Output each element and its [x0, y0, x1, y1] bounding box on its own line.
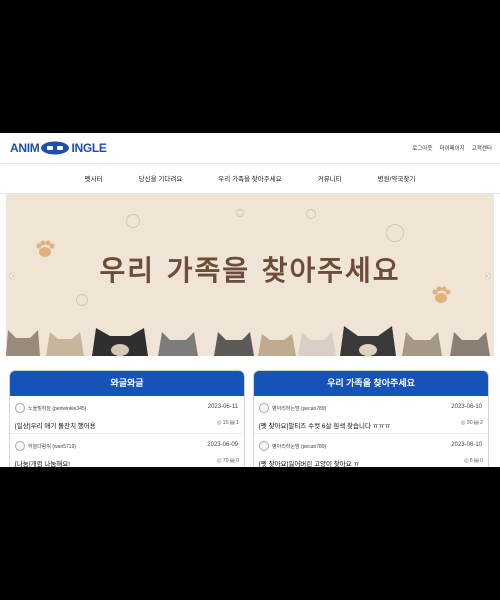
doodle-decoration — [236, 209, 244, 217]
post-title[interactable]: [나눔]개껌 나눔해요! — [15, 458, 70, 467]
cat-icon — [258, 334, 296, 356]
find-family-panel-title[interactable]: 우리 가족을 찾아주세요 — [254, 371, 488, 396]
banner-headline: 우리 가족을 찾아주세요 — [99, 254, 401, 287]
logo[interactable]: ANIM INGLE — [10, 140, 107, 156]
post-author: 병아리하는밤 (pecan789) — [272, 405, 327, 412]
cat-icon — [6, 330, 40, 356]
avatar — [259, 403, 269, 413]
list-item[interactable]: 노을빛하늘 (periwinkle345) 2023-06-11 [일상]우리 … — [10, 396, 244, 434]
post-stats: ◎ 6 ▤ 0 — [464, 458, 483, 464]
mypage-link[interactable]: 마이페이지 — [439, 144, 464, 152]
pets-illustration — [6, 326, 490, 356]
support-link[interactable]: 고객센터 — [472, 144, 492, 152]
find-family-panel: 우리 가족을 찾아주세요 병아리하는밤 (pecan789) 2023-06-1… — [253, 370, 489, 467]
nav-community[interactable]: 커뮤니티 — [318, 173, 342, 183]
logout-link[interactable]: 로그아웃 — [412, 144, 432, 152]
cat-icon — [46, 332, 84, 356]
nav-hospital[interactable]: 병원/약국찾기 — [378, 173, 416, 183]
view-count: 15 — [222, 420, 229, 426]
nav-find-family[interactable]: 우리 가족을 찾아주세요 — [218, 173, 281, 183]
post-author: 노을빛하늘 (periwinkle345) — [28, 405, 87, 412]
post-date: 2023-06-10 — [451, 442, 482, 448]
avatar — [15, 403, 25, 413]
post-title[interactable]: [펫 찾아요]잃어버린 고양이 찾아요 ㅠ — [259, 458, 360, 467]
post-stats: ◎ 79 ▤ 0 — [217, 458, 239, 464]
avatar — [15, 441, 25, 451]
eye-icon: ◎ — [463, 458, 469, 464]
util-links: 로그아웃 마이페이지 고객센터 — [412, 144, 492, 152]
main-nav: 펫시터 당신을 기다려요 우리 가족을 찾아주세요 커뮤니티 병원/약국찾기 — [0, 163, 500, 193]
post-stats: ◎ 15 ▤ 1 — [217, 420, 239, 426]
post-stats: ◎ 30 ▤ 2 — [461, 420, 483, 426]
post-date: 2023-06-09 — [207, 442, 238, 448]
eye-icon: ◎ — [216, 420, 222, 426]
comment-icon: ▤ — [473, 458, 479, 464]
banner-prev-arrow[interactable]: ‹ — [9, 268, 15, 284]
doodle-decoration — [306, 209, 316, 219]
doodle-decoration — [76, 294, 88, 306]
cat-icon — [214, 332, 254, 356]
cat-icon — [158, 332, 198, 356]
post-title[interactable]: [일상]우리 애기 돌잔치 했어용 — [15, 420, 96, 430]
community-panel-title[interactable]: 와글와글 — [10, 371, 244, 396]
cat-icon — [450, 332, 490, 356]
comment-icon: ▤ — [473, 420, 479, 426]
view-count: 30 — [466, 420, 473, 426]
logo-text-right: INGLE — [71, 141, 107, 155]
page: ANIM INGLE 로그아웃 마이페이지 고객센터 펫시터 당신을 기다려요 … — [0, 133, 500, 467]
comment-icon: ▤ — [229, 458, 235, 464]
comment-count: 2 — [479, 420, 483, 426]
dog-icon — [340, 326, 396, 356]
post-title[interactable]: [펫 찾아요]말티즈 수컷 6살 흰색 찾습니다 ㅠㅠㅠ — [259, 420, 391, 430]
list-item[interactable]: 병아리하는밤 (pecan789) 2023-06-10 [펫 찾아요]말티즈 … — [254, 396, 488, 434]
cat-icon — [298, 332, 336, 356]
comment-count: 0 — [235, 458, 239, 464]
hero-banner: 우리 가족을 찾아주세요 ‹ › — [6, 194, 494, 356]
cat-icon — [402, 332, 442, 356]
header: ANIM INGLE 로그아웃 마이페이지 고객센터 — [0, 133, 500, 163]
logo-text-left: ANIM — [10, 141, 40, 155]
post-date: 2023-06-11 — [207, 404, 238, 410]
post-author: 하늘다람쥐 (wan5719) — [28, 443, 77, 450]
view-count: 79 — [222, 458, 229, 464]
avatar — [259, 441, 269, 451]
dog-icon — [92, 328, 148, 356]
doodle-decoration — [386, 224, 404, 242]
list-item[interactable]: 하늘다람쥐 (wan5719) 2023-06-09 [나눔]개껌 나눔해요! … — [10, 434, 244, 467]
post-date: 2023-06-10 — [451, 404, 482, 410]
comment-count: 1 — [235, 420, 239, 426]
logo-badge-icon — [41, 141, 70, 155]
comment-count: 0 — [479, 458, 483, 464]
view-count: 6 — [469, 458, 473, 464]
eye-icon: ◎ — [216, 458, 222, 464]
list-item[interactable]: 병아리하는밤 (pecan789) 2023-06-10 [펫 찾아요]잃어버린… — [254, 434, 488, 467]
nav-petsitter[interactable]: 펫시터 — [85, 173, 103, 183]
post-author: 병아리하는밤 (pecan789) — [272, 443, 327, 450]
nav-waiting[interactable]: 당신을 기다려요 — [139, 173, 183, 183]
eye-icon: ◎ — [460, 420, 466, 426]
community-panel: 와글와글 노을빛하늘 (periwinkle345) 2023-06-11 [일… — [9, 370, 245, 467]
doodle-decoration — [126, 214, 140, 228]
comment-icon: ▤ — [229, 420, 235, 426]
banner-next-arrow[interactable]: › — [485, 268, 491, 284]
